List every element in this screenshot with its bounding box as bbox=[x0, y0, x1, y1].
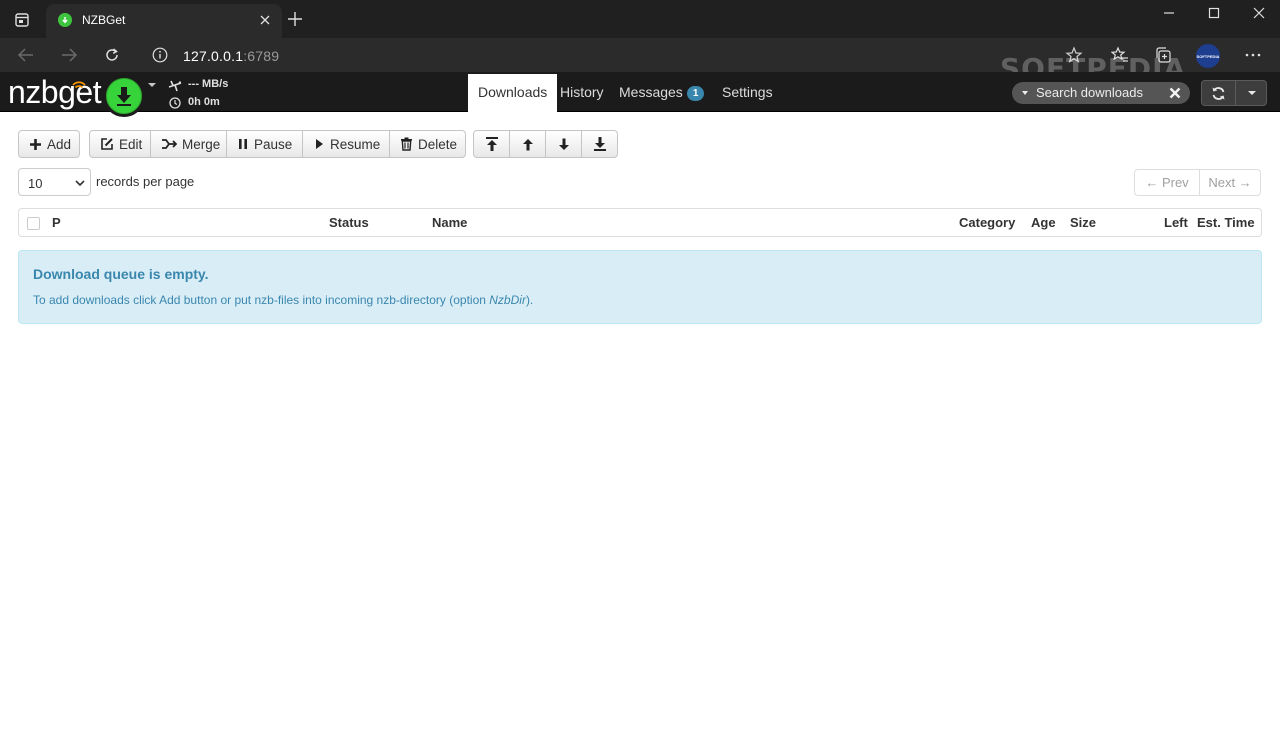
trash-icon bbox=[401, 137, 412, 151]
column-priority[interactable]: P bbox=[52, 215, 61, 230]
tab-title: NZBGet bbox=[82, 13, 126, 27]
merge-button-label: Merge bbox=[182, 136, 221, 152]
tab-settings-label: Settings bbox=[722, 84, 773, 100]
refresh-button-group bbox=[1201, 80, 1267, 106]
resume-button-label: Resume bbox=[330, 136, 381, 152]
window-close-icon[interactable] bbox=[1247, 4, 1271, 22]
brand-logo[interactable]: nzbget bbox=[8, 74, 102, 110]
arrow-up-icon bbox=[522, 138, 533, 150]
minimize-icon[interactable] bbox=[1157, 4, 1181, 22]
column-name[interactable]: Name bbox=[432, 215, 467, 230]
empty-text-after: ). bbox=[525, 293, 534, 307]
download-arrow-icon bbox=[117, 87, 131, 106]
add-button-label: Add bbox=[47, 136, 72, 152]
logo-signal-icon bbox=[72, 77, 86, 89]
prev-page-label: ← Prev bbox=[1145, 175, 1189, 190]
move-up-button[interactable] bbox=[509, 130, 546, 158]
search-filter-caret-icon[interactable] bbox=[1022, 91, 1028, 95]
move-down-button[interactable] bbox=[545, 130, 582, 158]
pause-resume-toggle-button[interactable] bbox=[103, 75, 145, 117]
column-age[interactable]: Age bbox=[1031, 215, 1056, 230]
profile-avatar[interactable]: SOFTPEDIA bbox=[1196, 44, 1220, 68]
add-button[interactable]: Add bbox=[18, 130, 80, 158]
arrow-down-icon bbox=[558, 138, 569, 150]
edit-icon bbox=[101, 138, 113, 150]
app-navbar: nzbget --- MB/s 0h 0m Downloads History … bbox=[0, 72, 1280, 117]
delete-button[interactable]: Delete bbox=[389, 130, 466, 158]
caret-down-icon bbox=[1248, 91, 1256, 95]
delete-button-label: Delete bbox=[418, 136, 458, 152]
tab-actions-icon[interactable] bbox=[10, 9, 34, 31]
pause-button-label: Pause bbox=[254, 136, 293, 152]
search-clear-icon[interactable] bbox=[1168, 86, 1182, 100]
tab-history-label: History bbox=[560, 84, 604, 100]
pause-icon bbox=[239, 139, 247, 149]
address-bar[interactable]: 127.0.0.1:6789 bbox=[140, 41, 1040, 69]
move-top-button[interactable] bbox=[473, 130, 510, 158]
plane-icon bbox=[168, 79, 182, 92]
resume-button[interactable]: Resume bbox=[302, 130, 390, 158]
browser-tab-strip: NZBGet bbox=[0, 0, 1280, 38]
new-tab-icon[interactable] bbox=[286, 10, 304, 28]
plus-icon bbox=[30, 138, 41, 150]
column-status[interactable]: Status bbox=[329, 215, 369, 230]
empty-queue-alert: Download queue is empty. To add download… bbox=[18, 250, 1262, 324]
clock-icon bbox=[169, 96, 181, 109]
tab-settings[interactable]: Settings bbox=[712, 74, 783, 112]
back-arrow-icon[interactable] bbox=[14, 44, 38, 66]
edit-button-label: Edit bbox=[119, 136, 143, 152]
next-page-button[interactable]: Next → bbox=[1199, 169, 1261, 196]
records-per-page-value: 10 bbox=[28, 176, 43, 191]
pause-button[interactable]: Pause bbox=[226, 130, 303, 158]
search-input[interactable]: Search downloads bbox=[1012, 82, 1190, 104]
refresh-menu-button[interactable] bbox=[1237, 81, 1267, 105]
select-all-checkbox[interactable] bbox=[27, 217, 40, 230]
search-placeholder: Search downloads bbox=[1036, 85, 1143, 100]
more-menu-icon[interactable] bbox=[1241, 44, 1265, 66]
edit-button[interactable]: Edit bbox=[89, 130, 151, 158]
empty-queue-text: To add downloads click Add button or put… bbox=[33, 293, 533, 307]
move-bottom-button[interactable] bbox=[581, 130, 618, 158]
empty-queue-title: Download queue is empty. bbox=[33, 266, 209, 282]
tab-close-icon[interactable] bbox=[258, 13, 272, 27]
time-remaining: 0h 0m bbox=[188, 96, 220, 108]
records-per-page-select[interactable]: 10 bbox=[18, 168, 91, 196]
tab-messages-label: Messages bbox=[619, 84, 683, 100]
url-host: 127.0.0.1 bbox=[183, 48, 244, 64]
site-info-icon[interactable] bbox=[152, 47, 168, 63]
url-port: :6789 bbox=[243, 48, 280, 64]
maximize-icon[interactable] bbox=[1202, 4, 1226, 22]
speed-limit-caret-icon[interactable] bbox=[148, 83, 156, 87]
reload-icon[interactable] bbox=[100, 44, 124, 66]
tab-history[interactable]: History bbox=[550, 74, 614, 112]
tab-messages[interactable]: Messages 1 bbox=[609, 74, 714, 112]
forward-arrow-icon[interactable] bbox=[57, 44, 81, 66]
download-speed: --- MB/s bbox=[188, 78, 229, 90]
downloads-table-header: P Status Name Category Age Size Left Est… bbox=[18, 208, 1262, 237]
move-bottom-icon bbox=[593, 137, 606, 151]
column-left[interactable]: Left bbox=[1164, 215, 1188, 230]
column-category[interactable]: Category bbox=[959, 215, 1015, 230]
prev-page-button[interactable]: ← Prev bbox=[1134, 169, 1200, 196]
merge-icon bbox=[162, 139, 177, 149]
tab-downloads-label: Downloads bbox=[478, 84, 548, 100]
records-per-page-label: records per page bbox=[96, 174, 195, 189]
empty-text-before: To add downloads click Add button or put… bbox=[33, 293, 490, 307]
nzbget-favicon-icon bbox=[58, 13, 72, 27]
merge-button[interactable]: Merge bbox=[150, 130, 227, 158]
column-est-time[interactable]: Est. Time bbox=[1197, 215, 1255, 230]
refresh-icon bbox=[1212, 86, 1225, 100]
column-size[interactable]: Size bbox=[1070, 215, 1096, 230]
next-page-label: Next → bbox=[1208, 175, 1252, 190]
tab-downloads[interactable]: Downloads bbox=[468, 74, 558, 112]
play-icon bbox=[316, 139, 323, 149]
messages-count-badge: 1 bbox=[686, 86, 705, 101]
move-top-icon bbox=[485, 137, 498, 151]
refresh-button[interactable] bbox=[1202, 81, 1236, 105]
nzbdir-option: NzbDir bbox=[489, 293, 526, 307]
chevron-down-icon bbox=[75, 180, 85, 187]
browser-tab[interactable]: NZBGet bbox=[46, 4, 282, 38]
address-url: 127.0.0.1:6789 bbox=[183, 48, 279, 64]
